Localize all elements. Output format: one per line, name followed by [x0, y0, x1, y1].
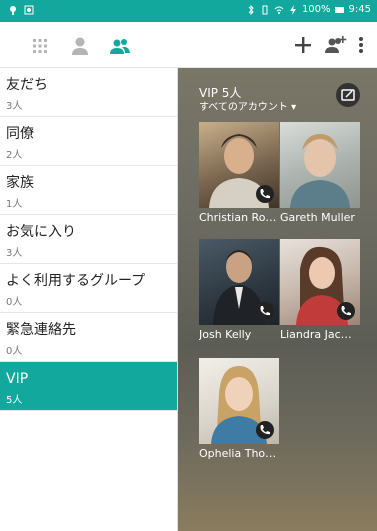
- group-item-frequent[interactable]: よく利用するグループ 0人: [0, 264, 177, 313]
- contact-name: Gareth Muller: [280, 211, 355, 224]
- add-icon: [295, 37, 311, 53]
- add-group-icon: [325, 36, 347, 53]
- edit-group-button[interactable]: [336, 83, 360, 107]
- status-bar: 100% 9:45: [0, 0, 377, 22]
- group-name: VIP: [6, 371, 29, 387]
- avatar: [290, 134, 350, 208]
- group-name: よく利用するグループ: [6, 273, 146, 289]
- edit-group-icon: [341, 89, 355, 101]
- location-icon: [10, 6, 16, 15]
- vibrate-icon: [262, 5, 268, 14]
- group-name: 友だち: [6, 77, 48, 93]
- group-name: 緊急連絡先: [6, 322, 76, 338]
- phone-icon: [260, 425, 270, 435]
- charging-icon: [289, 4, 296, 15]
- group-count: 1人: [6, 199, 23, 210]
- more-options-button[interactable]: [354, 32, 368, 58]
- group-count: 3人: [6, 248, 23, 259]
- call-button[interactable]: [337, 302, 355, 320]
- group-detail-pane: VIP 5人 すべてのアカウント ▾ Christian Ro… Gareth …: [178, 68, 377, 531]
- wifi-icon: [274, 6, 284, 14]
- contact-name: Christian Ro…: [199, 211, 277, 224]
- contact-card[interactable]: [280, 239, 360, 325]
- person-icon: [72, 37, 88, 55]
- image-notification-icon: [24, 5, 34, 15]
- group-list: 友だち 3人 同僚 2人 家族 1人 お気に入り 3人 よく利用するグループ 0…: [0, 68, 178, 531]
- group-name: お気に入り: [6, 224, 76, 240]
- contact-photo: [280, 122, 360, 208]
- dialpad-icon: [33, 39, 47, 53]
- group-item-friends[interactable]: 友だち 3人: [0, 68, 177, 117]
- group-item-favorites[interactable]: お気に入り 3人: [0, 215, 177, 264]
- phone-icon: [260, 189, 270, 199]
- contact-card[interactable]: [199, 239, 279, 325]
- account-filter[interactable]: すべてのアカウント ▾: [199, 98, 296, 113]
- group-item-family[interactable]: 家族 1人: [0, 166, 177, 215]
- call-button[interactable]: [256, 185, 274, 203]
- bluetooth-icon: [248, 4, 254, 15]
- phone-icon: [260, 306, 270, 316]
- group-count: 2人: [6, 150, 23, 161]
- contact-card[interactable]: [199, 122, 279, 208]
- contact-card[interactable]: [280, 122, 360, 208]
- contact-photo: [199, 239, 279, 325]
- group-count: 0人: [6, 346, 23, 357]
- group-item-coworkers[interactable]: 同僚 2人: [0, 117, 177, 166]
- contact-name: Josh Kelly: [199, 328, 252, 341]
- clock: 9:45: [348, 4, 371, 15]
- group-name: 家族: [6, 175, 34, 191]
- group-count: 0人: [6, 297, 23, 308]
- call-button[interactable]: [256, 302, 274, 320]
- contact-name: Liandra Jac…: [280, 328, 352, 341]
- contact-card[interactable]: [199, 358, 279, 444]
- battery-icon: [334, 6, 344, 13]
- contact-photo: [199, 358, 279, 444]
- more-vert-icon: [359, 37, 363, 53]
- group-name: 同僚: [6, 126, 34, 142]
- toolbar: [0, 22, 377, 68]
- group-item-emergency[interactable]: 緊急連絡先 0人: [0, 313, 177, 362]
- tab-dialpad[interactable]: [28, 34, 52, 58]
- group-count: 3人: [6, 101, 23, 112]
- contact-photo: [280, 239, 360, 325]
- tab-contacts[interactable]: [68, 34, 92, 58]
- tab-groups[interactable]: [108, 34, 132, 58]
- contact-photo: [199, 122, 279, 208]
- phone-icon: [341, 306, 351, 316]
- contact-name: Ophelia Tho…: [199, 447, 277, 460]
- group-item-vip[interactable]: VIP 5人: [0, 362, 177, 411]
- add-group-button[interactable]: [322, 32, 348, 58]
- battery-percent: 100%: [301, 4, 331, 15]
- call-button[interactable]: [256, 421, 274, 439]
- add-contact-button[interactable]: [290, 32, 316, 58]
- group-icon: [110, 39, 130, 54]
- group-count: 5人: [6, 395, 23, 406]
